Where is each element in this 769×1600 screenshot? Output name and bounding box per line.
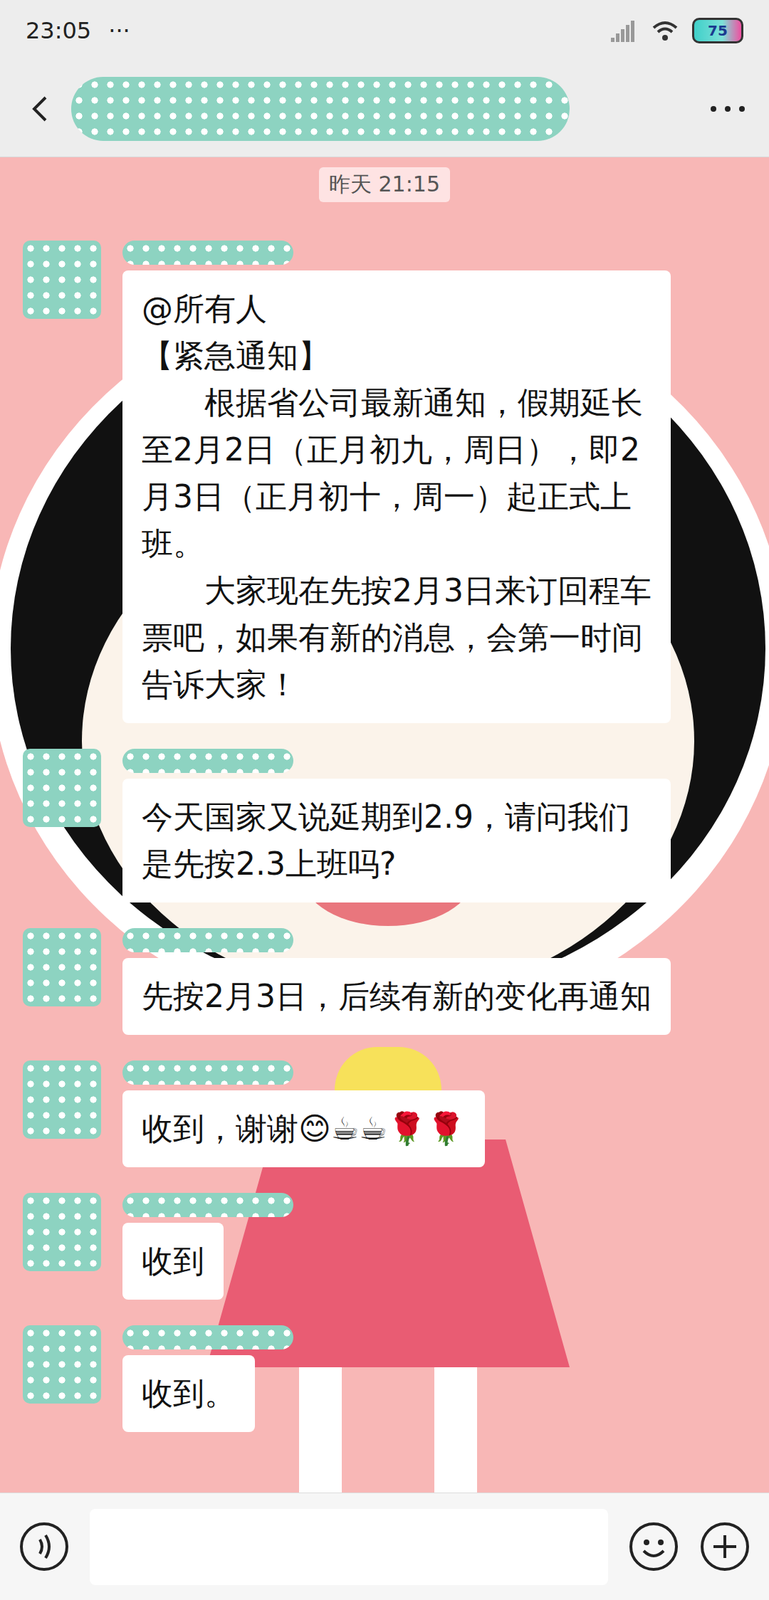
message-paragraph: @所有人 <box>141 285 652 333</box>
status-more: ··· <box>108 17 131 45</box>
message-body: 收到。 <box>122 1325 294 1433</box>
plus-icon[interactable] <box>699 1521 751 1573</box>
redacted-avatar[interactable] <box>22 240 102 319</box>
message-body: 收到 <box>122 1193 294 1301</box>
title-bar <box>0 61 769 158</box>
message-paragraph: 收到。 <box>141 1370 236 1418</box>
message-bubble[interactable]: 先按2月3日，后续有新的变化再通知 <box>122 958 671 1036</box>
message-row: 收到。 <box>0 1325 769 1433</box>
battery-indicator: 75 <box>692 17 744 44</box>
timestamp: 昨天 21:15 <box>318 167 451 203</box>
message-bubble[interactable]: @所有人【紧急通知】根据省公司最新通知，假期延长至2月2日（正月初九，周日），即… <box>122 270 671 724</box>
redacted-avatar[interactable] <box>22 1325 102 1405</box>
message-body: 先按2月3日，后续有新的变化再通知 <box>122 928 671 1036</box>
redacted-sender-name <box>122 749 294 774</box>
voice-icon[interactable] <box>18 1521 70 1573</box>
message-bubble[interactable]: 收到，谢谢😊☕☕🌹🌹 <box>122 1090 485 1168</box>
redacted-avatar[interactable] <box>22 928 102 1007</box>
redacted-sender-name <box>122 1193 294 1218</box>
message-row: 今天国家又说延期到2.9，请问我们是先按2.3上班吗? <box>0 749 769 903</box>
back-arrow-icon[interactable] <box>25 93 57 125</box>
message-paragraph: 今天国家又说延期到2.9，请问我们是先按2.3上班吗? <box>141 793 652 888</box>
chat-area: 昨天 21:15 @所有人【紧急通知】根据省公司最新通知，假期延长至2月2日（正月… <box>0 157 769 1494</box>
message-paragraph: 根据省公司最新通知，假期延长至2月2日（正月初九，周日），即2月3日（正月初十，… <box>141 379 652 568</box>
message-body: @所有人【紧急通知】根据省公司最新通知，假期延长至2月2日（正月初九，周日），即… <box>122 240 671 724</box>
message-paragraph: 收到，谢谢😊☕☕🌹🌹 <box>141 1105 466 1153</box>
redacted-avatar[interactable] <box>22 1193 102 1272</box>
message-paragraph: 收到 <box>141 1238 205 1286</box>
redacted-sender-name <box>122 1325 294 1351</box>
message-body: 收到，谢谢😊☕☕🌹🌹 <box>122 1060 485 1168</box>
redacted-avatar[interactable] <box>22 749 102 828</box>
redacted-sender-name <box>122 240 294 265</box>
signal-icon <box>609 16 638 45</box>
wifi-icon <box>650 16 680 45</box>
message-paragraph: 【紧急通知】 <box>141 332 652 380</box>
chat-screen: 23:05 ··· 75 昨天 21:15 @所有人【紧急通知】根据省公司最新通知，假期… <box>0 0 769 1600</box>
message-bubble[interactable]: 收到。 <box>122 1355 255 1433</box>
message-bubble[interactable]: 今天国家又说延期到2.9，请问我们是先按2.3上班吗? <box>122 778 671 903</box>
message-bubble[interactable]: 收到 <box>122 1223 224 1301</box>
redacted-sender-name <box>122 928 294 953</box>
redacted-avatar[interactable] <box>22 1060 102 1140</box>
redacted-chat-title <box>71 76 570 141</box>
more-options-icon[interactable] <box>707 89 748 129</box>
message-row: 收到 <box>0 1193 769 1301</box>
message-paragraph: 大家现在先按2月3日来订回程车票吧，如果有新的消息，会第一时间告诉大家！ <box>141 567 652 709</box>
redacted-sender-name <box>122 1060 294 1086</box>
status-time: 23:05 <box>25 17 92 45</box>
message-paragraph: 先按2月3日，后续有新的变化再通知 <box>141 973 652 1021</box>
message-row: @所有人【紧急通知】根据省公司最新通知，假期延长至2月2日（正月初九，周日），即… <box>0 240 769 724</box>
status-bar: 23:05 ··· 75 <box>0 0 769 62</box>
message-input[interactable] <box>89 1509 609 1586</box>
message-row: 先按2月3日，后续有新的变化再通知 <box>0 928 769 1036</box>
message-body: 今天国家又说延期到2.9，请问我们是先按2.3上班吗? <box>122 749 671 903</box>
input-bar <box>0 1493 769 1600</box>
emoji-icon[interactable] <box>628 1521 680 1573</box>
message-row: 收到，谢谢😊☕☕🌹🌹 <box>0 1060 769 1168</box>
